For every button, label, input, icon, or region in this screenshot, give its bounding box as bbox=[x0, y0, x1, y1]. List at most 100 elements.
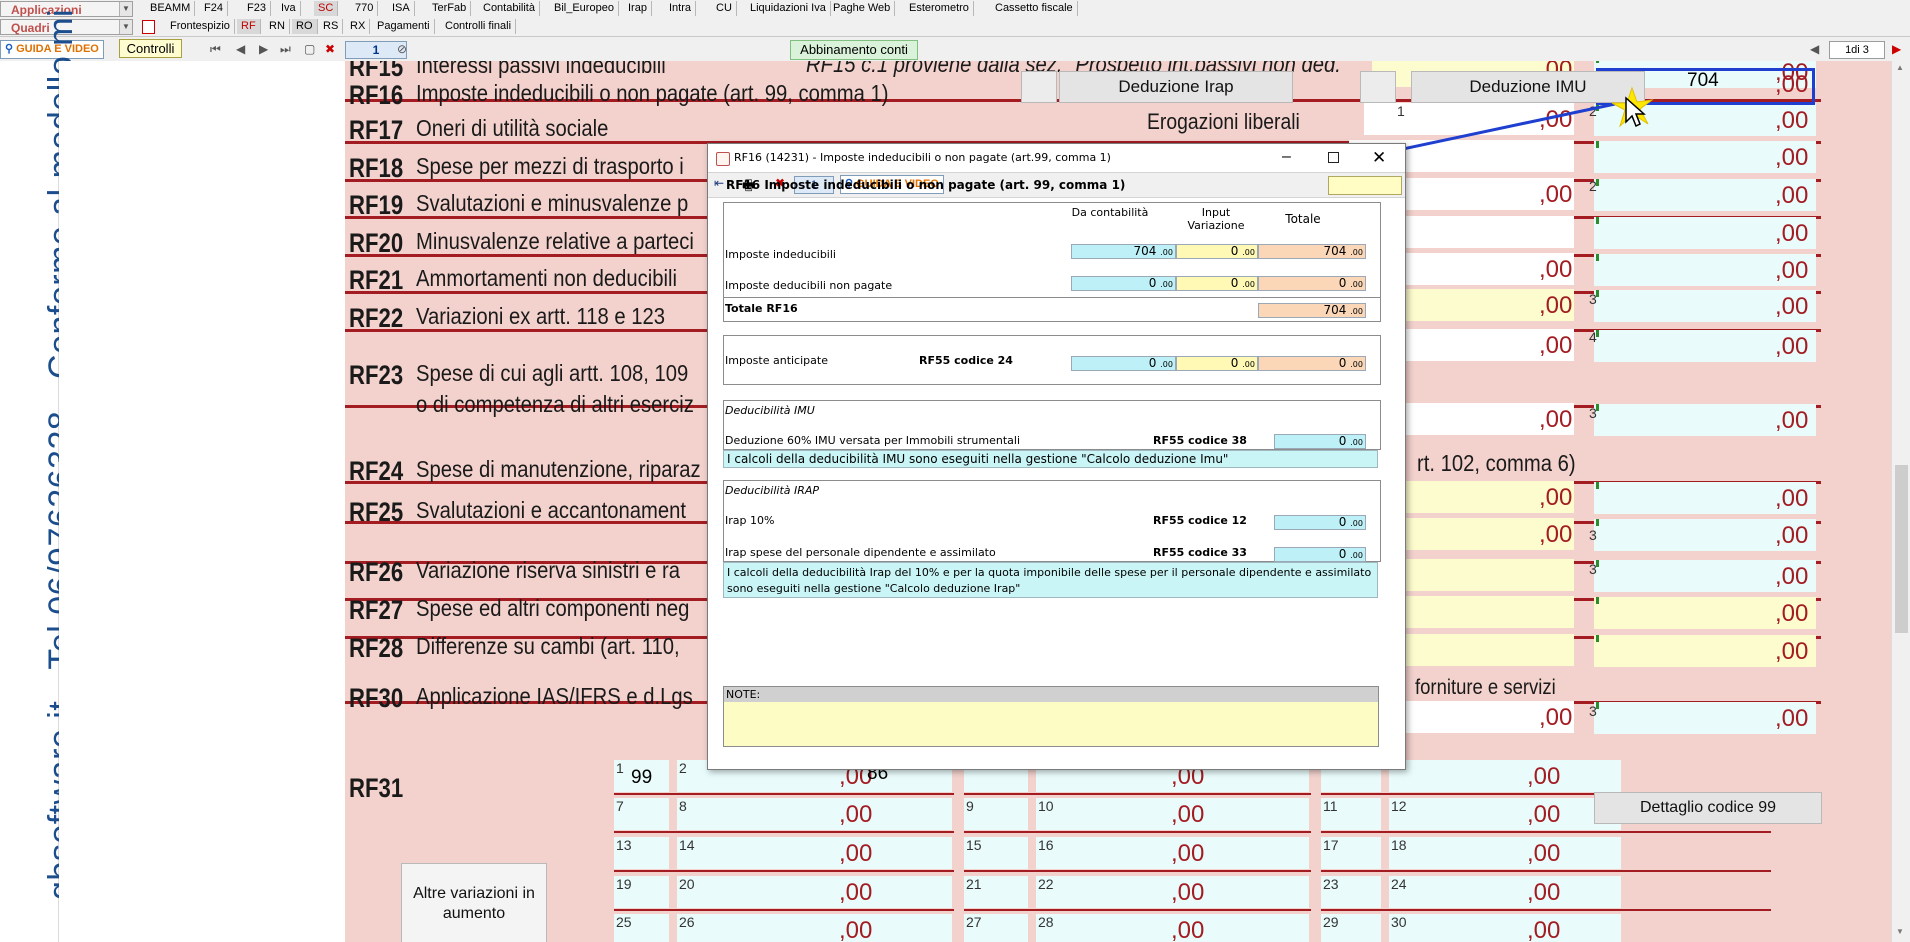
app-menu-item[interactable]: Contabilità bbox=[479, 1, 540, 16]
row2-da-contabilita[interactable]: 0 .00 bbox=[1071, 276, 1176, 291]
grid-line bbox=[614, 793, 954, 795]
app-menu-item[interactable]: Intra bbox=[665, 1, 697, 16]
rf31-value-field[interactable] bbox=[1389, 837, 1621, 869]
app-menu-item[interactable]: Bil_Europeo bbox=[550, 1, 619, 16]
row2-totale: 0 .00 bbox=[1258, 276, 1366, 291]
quadro-menu-item[interactable]: Frontespizio bbox=[166, 19, 235, 34]
rf31-value-field[interactable] bbox=[677, 837, 952, 869]
row-desc-rf28: Differenze su cambi (art. 110, bbox=[416, 633, 680, 659]
app-icon bbox=[716, 152, 730, 166]
row2-label: Imposte deducibili non pagate bbox=[725, 279, 893, 292]
row1-da-contabilita[interactable]: 704 .00 bbox=[1071, 244, 1176, 259]
rf31-value-field[interactable] bbox=[1389, 914, 1621, 942]
scroll-down-icon[interactable]: ▼ bbox=[1896, 927, 1904, 936]
app-menu-item[interactable]: TerFab bbox=[428, 1, 472, 16]
quadro-menu-item[interactable]: RF bbox=[237, 19, 261, 34]
dialog-yellow-field[interactable] bbox=[1328, 176, 1402, 195]
anticipate-input-variazione[interactable]: 0 .00 bbox=[1176, 356, 1258, 371]
app-menu-item[interactable]: Paghe Web bbox=[829, 1, 896, 16]
last-page-icon[interactable]: ⏭ bbox=[280, 42, 291, 57]
field-index: 4 bbox=[1589, 329, 1597, 345]
deduzione-irap-button[interactable]: Deduzione Irap bbox=[1059, 71, 1293, 103]
prev-doc-icon[interactable]: ◀ bbox=[1810, 42, 1819, 56]
zero-decimals: ,00 bbox=[1775, 705, 1809, 732]
rf31-value-field[interactable] bbox=[1389, 760, 1621, 792]
next-doc-icon[interactable]: ▶ bbox=[1892, 42, 1901, 56]
delete-icon[interactable]: ✖ bbox=[325, 42, 335, 56]
grid-line bbox=[1321, 831, 1771, 833]
quadro-menu-item[interactable]: RN bbox=[265, 19, 290, 34]
dettaglio-codice-99-button[interactable]: Dettaglio codice 99 bbox=[1594, 792, 1822, 824]
rf31-value-field[interactable] bbox=[677, 798, 952, 830]
next-page-icon[interactable]: ▶ bbox=[259, 42, 268, 56]
imu-value[interactable]: 0 .00 bbox=[1274, 434, 1366, 449]
row1-input-variazione[interactable]: 0 .00 bbox=[1176, 244, 1258, 259]
rf31-value-field[interactable] bbox=[1389, 876, 1621, 908]
row-code-rf24: RF24 bbox=[349, 456, 404, 486]
app-menu-item[interactable]: ISA bbox=[388, 1, 415, 16]
zero-decimals: ,00 bbox=[1527, 840, 1561, 867]
quadro-menu-item[interactable]: RX bbox=[346, 19, 371, 34]
app-menu-item[interactable]: Iva bbox=[277, 1, 301, 16]
close-icon[interactable]: ✕ bbox=[1372, 144, 1386, 172]
irap10-value[interactable]: 0 .00 bbox=[1274, 515, 1366, 530]
app-menu-item[interactable]: Liquidazioni Iva bbox=[746, 1, 831, 16]
maximize-icon[interactable] bbox=[1328, 152, 1339, 163]
quadro-menu-item[interactable]: RO bbox=[292, 19, 318, 34]
quadro-menu-item[interactable]: Pagamenti bbox=[373, 19, 435, 34]
row-desc-rf23: Spese di cui agli artt. 108, 109 bbox=[416, 360, 689, 386]
scrollbar-thumb[interactable] bbox=[1895, 465, 1908, 633]
app-menu-item[interactable]: Irap bbox=[624, 1, 652, 16]
minimize-icon[interactable]: – bbox=[1282, 143, 1291, 171]
quadro-menu-item[interactable]: RS bbox=[319, 19, 344, 34]
pdf-icon[interactable] bbox=[142, 20, 155, 34]
app-menu-item[interactable]: CU bbox=[712, 1, 737, 16]
abbinamento-conti-button[interactable]: Abbinamento conti bbox=[790, 40, 918, 60]
grid-index: 14 bbox=[679, 837, 695, 853]
prev-page-icon[interactable]: ◀ bbox=[236, 42, 245, 56]
row-desc-rf26: Variazione riserva sinistri e ra bbox=[416, 557, 680, 583]
chevron-down-icon[interactable]: ▼ bbox=[119, 20, 132, 34]
page-icon[interactable]: ▢ bbox=[304, 42, 315, 56]
exit-icon[interactable]: ⇤ bbox=[714, 176, 724, 190]
rf17-extra: Erogazioni liberali bbox=[1147, 109, 1300, 134]
rf31-value-field[interactable] bbox=[677, 876, 952, 908]
first-page-icon[interactable]: ⏮ bbox=[210, 42, 221, 57]
print-icon[interactable] bbox=[1021, 71, 1057, 103]
rf31-value-field[interactable] bbox=[1389, 798, 1621, 830]
controlli-button[interactable]: Controlli bbox=[119, 39, 182, 58]
zero-decimals: ,00 bbox=[1539, 292, 1573, 319]
note-box[interactable]: NOTE: bbox=[723, 686, 1379, 747]
stop-icon[interactable]: ⊘ bbox=[397, 42, 407, 56]
app-menu-item[interactable]: SC bbox=[314, 1, 339, 16]
anticipate-da-contabilita[interactable]: 0 .00 bbox=[1071, 356, 1176, 371]
zero-decimals: ,00 bbox=[1775, 220, 1809, 247]
row2-input-variazione[interactable]: 0 .00 bbox=[1176, 276, 1258, 291]
imu-code: RF55 codice 38 bbox=[1153, 434, 1247, 447]
app-menu-item[interactable]: Cassetto fiscale bbox=[991, 1, 1078, 16]
rf31-value-field[interactable] bbox=[677, 914, 952, 942]
scroll-up-icon[interactable]: ▲ bbox=[1896, 63, 1904, 72]
field-index: 3 bbox=[1589, 527, 1597, 543]
app-menu-item[interactable]: F24 bbox=[200, 1, 228, 16]
grid-index: 22 bbox=[1038, 876, 1054, 892]
app-menu-item[interactable]: F23 bbox=[243, 1, 271, 16]
vertical-scrollbar[interactable]: ▲ ▼ bbox=[1891, 61, 1910, 942]
chevron-down-icon[interactable]: ▼ bbox=[119, 2, 132, 16]
grid-line bbox=[964, 831, 1311, 833]
app-menu-item[interactable]: 770 bbox=[351, 1, 379, 16]
search-icon: ⚲ bbox=[5, 43, 14, 55]
quadro-menu-item[interactable]: Controlli finali bbox=[441, 19, 517, 34]
row-code-rf27: RF27 bbox=[349, 595, 404, 625]
altre-variazioni-button[interactable]: Altre variazioni in aumento bbox=[401, 863, 547, 942]
irap-pers-value[interactable]: 0 .00 bbox=[1274, 547, 1366, 562]
totale-label: Totale RF16 bbox=[725, 302, 798, 315]
row-code-rf25: RF25 bbox=[349, 497, 404, 527]
grid-index: 20 bbox=[679, 876, 695, 892]
app-menu-item[interactable]: Esterometro bbox=[905, 1, 974, 16]
irap-pers-code: RF55 codice 33 bbox=[1153, 546, 1247, 559]
zero-decimals: ,00 bbox=[1775, 563, 1809, 590]
zero-decimals: ,00 bbox=[839, 801, 873, 828]
app-menu-item[interactable]: BEAMM bbox=[146, 1, 196, 16]
grid-index: 13 bbox=[616, 837, 632, 853]
